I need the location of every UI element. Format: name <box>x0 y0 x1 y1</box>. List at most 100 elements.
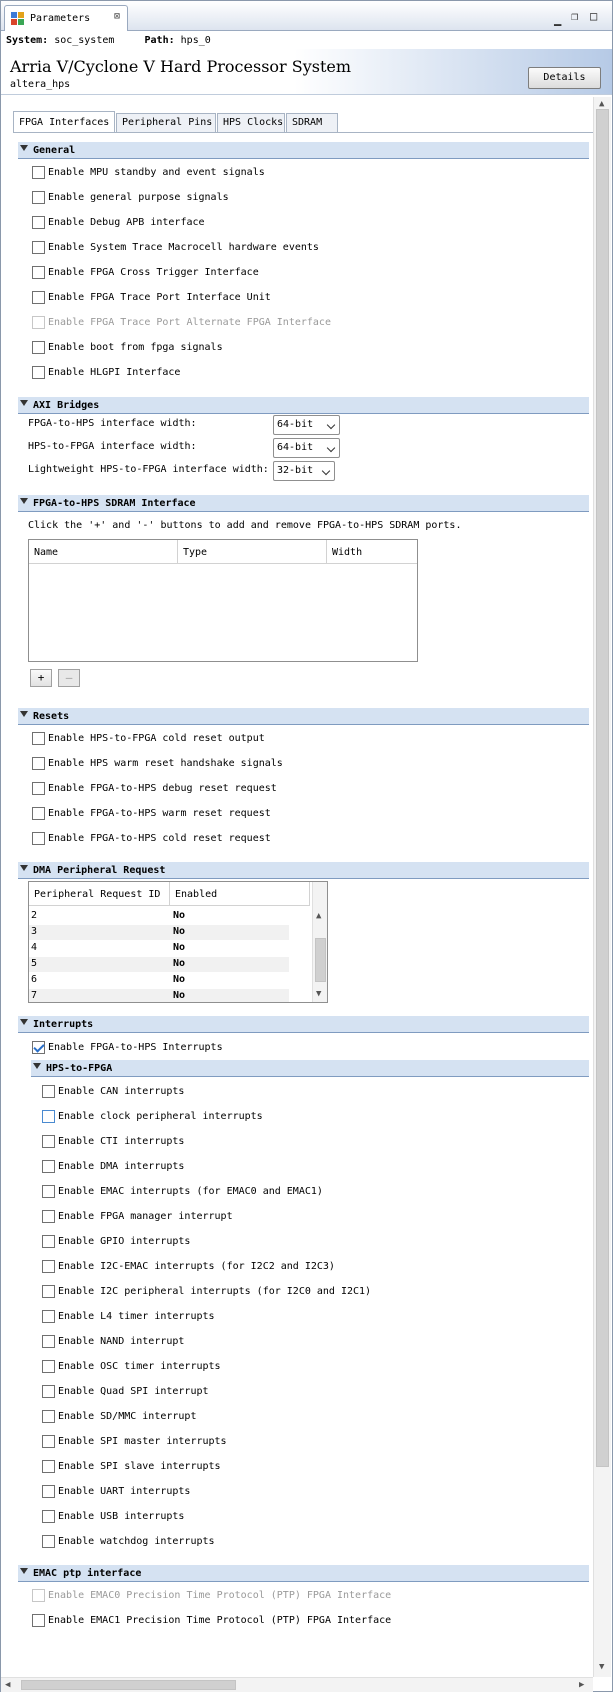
interrupt-item[interactable]: Enable OSC timer interrupts <box>42 1359 221 1373</box>
interrupt-item[interactable]: Enable CAN interrupts <box>42 1084 184 1098</box>
section-interrupts[interactable]: Interrupts <box>18 1016 589 1033</box>
interrupt-item[interactable]: Enable clock peripheral interrupts <box>42 1109 263 1123</box>
tab-fpga-interfaces[interactable]: FPGA Interfaces <box>13 111 115 133</box>
checkbox[interactable] <box>42 1084 55 1098</box>
checkbox[interactable] <box>32 731 45 745</box>
column-header-enabled[interactable]: Enabled <box>170 882 310 906</box>
column-header-type[interactable]: Type <box>178 540 327 564</box>
section-resets[interactable]: Resets <box>18 708 589 725</box>
checkbox[interactable] <box>32 1613 45 1627</box>
checkbox[interactable] <box>32 781 45 795</box>
tab-sdram[interactable]: SDRAM <box>286 113 338 133</box>
interrupt-item[interactable]: Enable GPIO interrupts <box>42 1234 190 1248</box>
checkbox[interactable] <box>32 365 45 379</box>
general-item[interactable]: Enable Debug APB interface <box>32 215 205 229</box>
details-button[interactable]: Details <box>528 67 601 89</box>
subsection-hps-to-fpga[interactable]: HPS-to-FPGA <box>31 1060 589 1077</box>
interrupt-item[interactable]: Enable watchdog interrupts <box>42 1534 215 1548</box>
scroll-right-arrow-icon[interactable]: ▶ <box>579 1681 584 1690</box>
interrupt-item[interactable]: Enable UART interrupts <box>42 1484 190 1498</box>
interrupt-item[interactable]: Enable CTI interrupts <box>42 1134 184 1148</box>
restore-icon[interactable]: ❐ <box>571 10 578 22</box>
checkbox[interactable] <box>32 756 45 770</box>
checkbox[interactable] <box>42 1309 55 1323</box>
checkbox-checked[interactable] <box>32 1040 45 1054</box>
table-row[interactable]: 5 No <box>29 957 289 972</box>
checkbox[interactable] <box>42 1259 55 1273</box>
checkbox[interactable] <box>42 1184 55 1198</box>
collapse-triangle-icon[interactable] <box>33 1063 41 1069</box>
collapse-triangle-icon[interactable] <box>20 711 28 717</box>
general-item[interactable]: Enable boot from fpga signals <box>32 340 223 354</box>
main-horizontal-scrollbar[interactable]: ◀ ▶ <box>1 1677 593 1692</box>
checkbox[interactable] <box>42 1484 55 1498</box>
general-item[interactable]: Enable System Trace Macrocell hardware e… <box>32 240 319 254</box>
interrupt-item[interactable]: Enable SPI slave interrupts <box>42 1459 221 1473</box>
checkbox[interactable] <box>32 831 45 845</box>
checkbox[interactable] <box>42 1159 55 1173</box>
reset-item[interactable]: Enable FPGA-to-HPS cold reset request <box>32 831 271 845</box>
fpga-to-hps-width-select[interactable]: 64-bit <box>273 415 340 435</box>
interrupt-item[interactable]: Enable Quad SPI interrupt <box>42 1384 209 1398</box>
checkbox[interactable] <box>32 806 45 820</box>
checkbox[interactable] <box>42 1459 55 1473</box>
enabled-cell[interactable]: No <box>173 910 185 921</box>
section-sdram-interface[interactable]: FPGA-to-HPS SDRAM Interface <box>18 495 589 512</box>
scroll-thumb[interactable] <box>21 1680 236 1690</box>
general-item[interactable]: Enable FPGA Trace Port Interface Unit <box>32 290 271 304</box>
enabled-cell[interactable]: No <box>173 958 185 969</box>
checkbox[interactable] <box>32 215 45 229</box>
minimize-icon[interactable]: ▁ <box>554 13 561 25</box>
table-row[interactable]: 3 No <box>29 925 289 940</box>
sdram-ports-table[interactable]: Name Type Width <box>28 539 418 662</box>
scroll-thumb[interactable] <box>596 109 609 1467</box>
scroll-up-arrow-icon[interactable]: ▲ <box>316 912 321 921</box>
checkbox[interactable] <box>42 1384 55 1398</box>
scroll-down-arrow-icon[interactable]: ▼ <box>599 1663 604 1672</box>
reset-item[interactable]: Enable FPGA-to-HPS warm reset request <box>32 806 271 820</box>
column-header-width[interactable]: Width <box>327 540 417 564</box>
checkbox[interactable] <box>42 1509 55 1523</box>
scroll-left-arrow-icon[interactable]: ◀ <box>5 1681 10 1690</box>
scroll-down-arrow-icon[interactable]: ▼ <box>316 990 321 999</box>
maximize-icon[interactable]: □ <box>590 10 597 22</box>
checkbox[interactable] <box>42 1209 55 1223</box>
interrupt-item[interactable]: Enable L4 timer interrupts <box>42 1309 215 1323</box>
table-row[interactable]: 6 No <box>29 973 289 988</box>
table-row[interactable]: 4 No <box>29 941 289 956</box>
general-item[interactable]: Enable general purpose signals <box>32 190 229 204</box>
parameters-tab[interactable]: Parameters ⊠ <box>4 5 128 31</box>
checkbox[interactable] <box>42 1284 55 1298</box>
dma-request-table[interactable]: Peripheral Request ID Enabled 2 No 3 No 4 N… <box>28 881 328 1003</box>
enabled-cell[interactable]: No <box>173 990 185 1001</box>
add-port-button[interactable]: + <box>30 669 52 687</box>
general-item[interactable]: Enable MPU standby and event signals <box>32 165 265 179</box>
checkbox[interactable] <box>42 1434 55 1448</box>
lightweight-width-select[interactable]: 32-bit <box>273 461 335 481</box>
column-header-name[interactable]: Name <box>29 540 178 564</box>
scroll-thumb[interactable] <box>315 938 326 982</box>
emac1-ptp-item[interactable]: Enable EMAC1 Precision Time Protocol (PT… <box>32 1613 391 1627</box>
collapse-triangle-icon[interactable] <box>20 1568 28 1574</box>
table-row[interactable]: 7 No <box>29 989 289 1002</box>
collapse-triangle-icon[interactable] <box>20 1019 28 1025</box>
remove-port-button[interactable]: — <box>58 669 80 687</box>
interrupt-item[interactable]: Enable EMAC interrupts (for EMAC0 and EM… <box>42 1184 323 1198</box>
collapse-triangle-icon[interactable] <box>20 145 28 151</box>
close-tab-icon[interactable]: ⊠ <box>114 11 120 22</box>
enabled-cell[interactable]: No <box>173 942 185 953</box>
checkbox[interactable] <box>32 340 45 354</box>
general-item[interactable]: Enable HLGPI Interface <box>32 365 180 379</box>
interrupt-item[interactable]: Enable SPI master interrupts <box>42 1434 227 1448</box>
checkbox[interactable] <box>42 1409 55 1423</box>
scroll-up-arrow-icon[interactable]: ▲ <box>599 100 604 109</box>
checkbox[interactable] <box>42 1109 55 1123</box>
enabled-cell[interactable]: No <box>173 974 185 985</box>
hps-to-fpga-width-select[interactable]: 64-bit <box>273 438 340 458</box>
section-axi-bridges[interactable]: AXI Bridges <box>18 397 589 414</box>
dma-table-scrollbar[interactable]: ▲ ▼ <box>312 882 327 1002</box>
interrupt-item[interactable]: Enable I2C-EMAC interrupts (for I2C2 and… <box>42 1259 335 1273</box>
checkbox[interactable] <box>42 1334 55 1348</box>
tab-peripheral-pins[interactable]: Peripheral Pins <box>116 113 216 133</box>
checkbox[interactable] <box>32 190 45 204</box>
